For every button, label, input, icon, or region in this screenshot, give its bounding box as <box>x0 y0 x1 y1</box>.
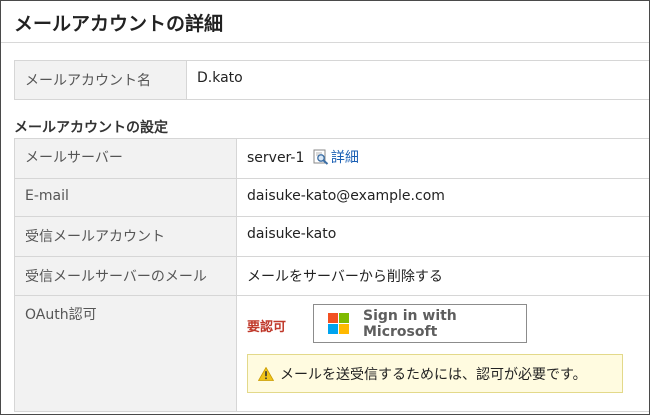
mail-account-detail-panel: メールアカウントの詳細 メールアカウント名 D.kato メールアカウントの設定… <box>0 0 650 415</box>
account-name-table: メールアカウント名 D.kato <box>14 60 649 100</box>
incoming-server-mail-row: 受信メールサーバーのメール メールをサーバーから削除する <box>14 256 649 296</box>
incoming-account-value: daisuke-kato <box>236 216 649 257</box>
oauth-cell: 要認可 Sign in with Microsoft メールを送受信するためには… <box>236 295 649 412</box>
incoming-server-mail-label: 受信メールサーバーのメール <box>14 256 237 296</box>
sign-in-button-label: Sign in with Microsoft <box>363 307 457 340</box>
mail-server-label: メールサーバー <box>14 138 237 179</box>
account-name-label: メールアカウント名 <box>14 60 187 100</box>
mail-server-cell: server-1 詳細 <box>236 138 649 179</box>
oauth-row: OAuth認可 要認可 Sign in with Microsoft メールを送… <box>14 295 649 412</box>
oauth-label: OAuth認可 <box>14 295 237 412</box>
account-name-row: メールアカウント名 D.kato <box>14 60 649 100</box>
incoming-server-mail-value: メールをサーバーから削除する <box>236 256 649 296</box>
microsoft-logo-icon <box>328 313 349 334</box>
incoming-account-label: 受信メールアカウント <box>14 216 237 257</box>
mail-server-row: メールサーバー server-1 詳細 <box>14 138 649 179</box>
account-name-value: D.kato <box>186 60 649 100</box>
oauth-content: 要認可 Sign in with Microsoft メールを送受信するためには… <box>247 304 644 404</box>
page-title: メールアカウントの詳細 <box>14 13 224 35</box>
section-title: メールアカウントの設定 <box>14 120 168 136</box>
title-divider <box>1 42 649 43</box>
warning-text: メールを送受信するためには、認可が必要です。 <box>280 366 587 383</box>
incoming-account-row: 受信メールアカウント daisuke-kato <box>14 216 649 257</box>
email-row: E-mail daisuke-kato@example.com <box>14 178 649 217</box>
authorization-warning: メールを送受信するためには、認可が必要です。 <box>247 354 623 393</box>
warning-triangle-icon <box>258 366 274 381</box>
account-settings-table: メールサーバー server-1 詳細 E-mail daisuke-kato@… <box>14 138 649 412</box>
magnifier-icon[interactable] <box>313 149 329 165</box>
server-detail-link[interactable]: 詳細 <box>331 150 359 166</box>
email-value: daisuke-kato@example.com <box>236 178 649 217</box>
sign-in-with-microsoft-button[interactable]: Sign in with Microsoft <box>313 304 527 343</box>
mail-server-value: server-1 <box>247 150 305 166</box>
oauth-status-badge: 要認可 <box>247 320 287 335</box>
email-label: E-mail <box>14 178 237 217</box>
